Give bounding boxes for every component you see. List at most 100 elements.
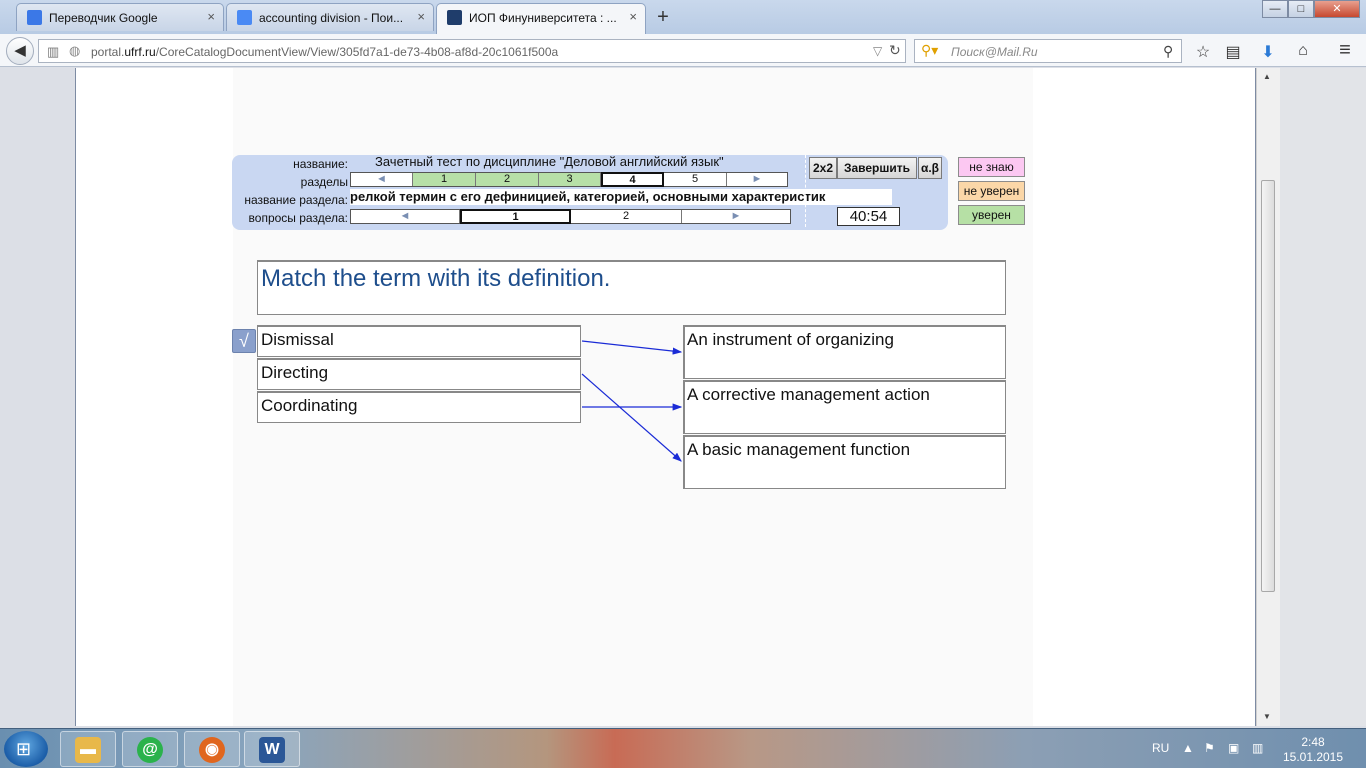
scrollbar-thumb[interactable] (1261, 180, 1275, 592)
globe-icon: ◍ (69, 43, 81, 58)
language-indicator[interactable]: RU (1152, 741, 1169, 755)
dont-know-button[interactable]: не знаю (958, 157, 1025, 177)
name-label: название: (293, 157, 348, 171)
reload-icon[interactable]: ↻ (889, 42, 901, 59)
section-tab-2[interactable]: 2 (476, 173, 539, 186)
term-item[interactable]: Coordinating (257, 391, 581, 423)
tab-google-translate[interactable]: Переводчик Google × (16, 3, 224, 31)
term-item[interactable]: Directing (257, 358, 581, 390)
section-name-label: название раздела: (244, 193, 348, 207)
question-box: Match the term with its definition. (257, 260, 1006, 315)
section-tab-1[interactable]: 1 (413, 173, 476, 186)
search-bar[interactable]: ⚲▾ Поиск@Mail.Ru ⚲ (914, 39, 1182, 63)
home-icon[interactable]: ⌂ (1292, 42, 1314, 60)
windows-logo-icon: ⊞ (16, 739, 32, 759)
taskbar-word[interactable]: W (244, 731, 300, 767)
window-background (1280, 68, 1366, 726)
browser-titlebar: Переводчик Google × accounting division … (0, 0, 1366, 34)
timer: 40:54 (837, 207, 900, 226)
finish-button[interactable]: Завершить (837, 157, 917, 179)
maximize-button[interactable]: □ (1288, 0, 1314, 18)
scroll-down-arrow-icon[interactable]: ▼ (1263, 712, 1271, 721)
answered-checkmark-icon: √ (232, 329, 256, 353)
device-icon[interactable]: ▣ (1228, 741, 1239, 755)
google-translate-icon (27, 10, 42, 25)
question-prev-arrow-icon[interactable]: ◄ (351, 210, 460, 223)
mail-agent-icon: @ (137, 737, 163, 763)
term-label: Coordinating (261, 396, 358, 415)
dropdown-icon[interactable]: ▽ (873, 44, 882, 58)
question-tab-2[interactable]: 2 (571, 210, 682, 223)
new-tab-button[interactable]: + (652, 6, 674, 29)
graduation-cap-icon (447, 10, 462, 25)
section-navigator: ◄ 1 2 3 4 5 ► (350, 172, 788, 187)
folder-icon: ▬ (75, 737, 101, 763)
action-center-flag-icon[interactable]: ⚑ (1204, 741, 1215, 755)
start-button[interactable]: ⊞ (4, 731, 48, 767)
definition-item[interactable]: A basic management function (683, 435, 1006, 489)
taskbar-firefox[interactable]: ◉ (184, 731, 240, 767)
taskbar-mail-agent[interactable]: @ (122, 731, 178, 767)
definition-label: A basic management function (687, 440, 911, 459)
google-search-icon (237, 10, 252, 25)
reading-list-icon[interactable]: ▤ (1222, 42, 1244, 62)
url-path: /CoreCatalogDocumentView/View/305fd7a1-d… (155, 45, 559, 59)
term-label: Directing (261, 363, 329, 382)
bookmark-star-icon[interactable]: ☆ (1192, 42, 1214, 62)
screen: Переводчик Google × accounting division … (0, 0, 1366, 768)
panel-divider (805, 155, 806, 227)
term-label: Dismissal (261, 330, 334, 349)
network-icon[interactable]: ▥ (1252, 741, 1263, 755)
tab-close-icon[interactable]: × (417, 9, 425, 24)
url-prefix: portal. (91, 45, 125, 59)
tab-iop-finuniversity[interactable]: ИОП Финуниверситета : ... × (436, 3, 646, 34)
section-tab-5[interactable]: 5 (664, 173, 727, 186)
word-icon: W (259, 737, 285, 763)
clock-time: 2:48 (1301, 735, 1325, 749)
test-title: Зачетный тест по дисциплине "Деловой анг… (375, 154, 724, 169)
tab-label: Переводчик Google (49, 11, 158, 25)
section-name: релкой термин с его дефиницией, категори… (350, 189, 892, 205)
back-button[interactable]: ◀ (6, 37, 34, 65)
clock[interactable]: 2:48 15.01.2015 (1278, 735, 1348, 765)
sections-label: разделы (300, 175, 348, 189)
section-prev-arrow-icon[interactable]: ◄ (351, 173, 413, 186)
tab-close-icon[interactable]: × (629, 9, 637, 24)
section-tab-3[interactable]: 3 (539, 173, 601, 186)
minimize-button[interactable]: — (1262, 0, 1288, 18)
section-next-arrow-icon[interactable]: ► (727, 173, 787, 186)
term-item[interactable]: Dismissal (257, 325, 581, 357)
not-sure-button[interactable]: не уверен (958, 181, 1025, 201)
sidebar-icon[interactable]: ▥ (47, 44, 59, 60)
search-icon[interactable]: ⚲ (1163, 43, 1173, 60)
mailru-search-engine-icon[interactable]: ⚲▾ (921, 42, 938, 59)
alpha-beta-button[interactable]: α.β (918, 157, 942, 179)
question-tab-1[interactable]: 1 (460, 209, 571, 224)
taskbar-explorer[interactable]: ▬ (60, 731, 116, 767)
definition-item[interactable]: An instrument of organizing (683, 325, 1006, 379)
grid-2x2-button[interactable]: 2x2 (809, 157, 837, 179)
definition-label: A corrective management action (687, 385, 930, 404)
show-hidden-icons-icon[interactable]: ▲ (1182, 741, 1194, 755)
question-text: Match the term with its definition. (261, 265, 611, 292)
menu-icon[interactable]: ≡ (1334, 39, 1356, 62)
definition-item[interactable]: A corrective management action (683, 380, 1006, 434)
firefox-icon: ◉ (199, 737, 225, 763)
question-next-arrow-icon[interactable]: ► (682, 210, 790, 223)
url-host: ufrf.ru (124, 45, 156, 59)
tab-accounting-division[interactable]: accounting division - Пои... × (226, 3, 434, 31)
clock-date: 15.01.2015 (1282, 750, 1344, 764)
close-window-button[interactable]: ✕ (1314, 0, 1360, 18)
tab-label: accounting division - Пои... (259, 11, 404, 25)
url-text[interactable]: portal.ufrf.ru/CoreCatalogDocumentView/V… (91, 45, 558, 59)
tab-close-icon[interactable]: × (207, 9, 215, 24)
address-bar[interactable]: ▥ ◍ portal.ufrf.ru/CoreCatalogDocumentVi… (38, 39, 906, 63)
windows-taskbar: ⊞ ▬ @ ◉ W RU ▲ ⚑ ▣ ▥ 2:48 15.01.2015 (0, 728, 1366, 768)
section-tab-4[interactable]: 4 (601, 172, 664, 187)
sure-button[interactable]: уверен (958, 205, 1025, 225)
search-input[interactable]: Поиск@Mail.Ru (951, 45, 1038, 59)
vertical-scrollbar[interactable]: ▲ ▼ (1256, 68, 1280, 726)
navigation-bar: ◀ ▥ ◍ portal.ufrf.ru/CoreCatalogDocument… (0, 34, 1366, 67)
scroll-up-arrow-icon[interactable]: ▲ (1263, 72, 1271, 81)
download-icon[interactable]: ⬇ (1257, 42, 1279, 62)
